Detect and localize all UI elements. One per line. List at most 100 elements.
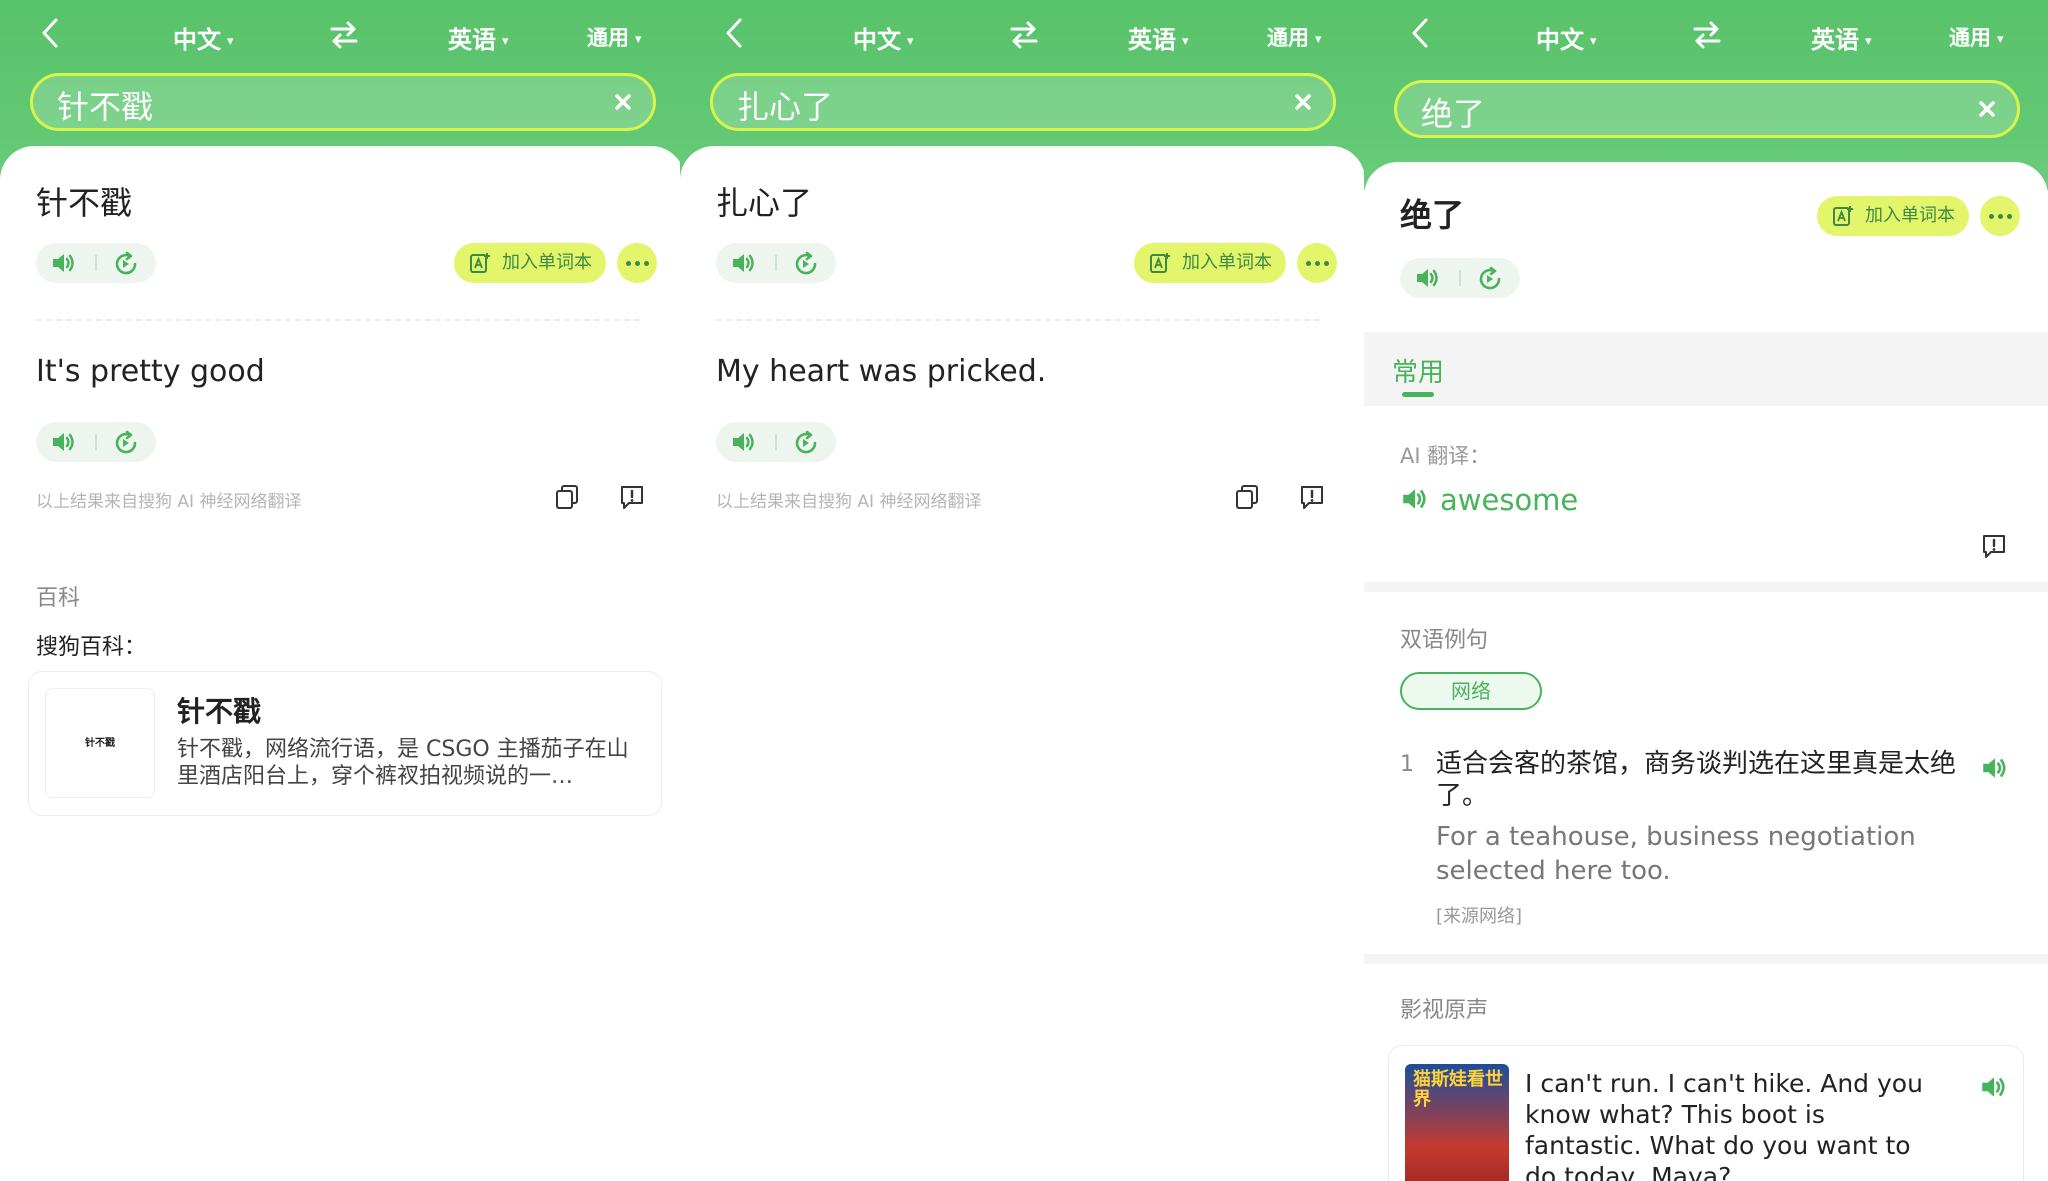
dot bbox=[1315, 261, 1320, 266]
wordbook-icon bbox=[1150, 253, 1170, 273]
film-quote: I can't run. I can't hike. And you know … bbox=[1525, 1069, 1923, 1181]
caret-down-icon: ▾ bbox=[1315, 31, 1322, 47]
swap-languages-button[interactable] bbox=[328, 20, 360, 50]
source-text: 针不戳 bbox=[36, 184, 133, 222]
copy-icon[interactable] bbox=[1232, 482, 1262, 512]
poster-title: 猫斯娃看世界 bbox=[1413, 1069, 1503, 1110]
replay-icon[interactable] bbox=[112, 429, 140, 457]
swap-languages-button[interactable] bbox=[1008, 20, 1040, 50]
close-icon[interactable] bbox=[1291, 90, 1315, 114]
wordbook-icon bbox=[1833, 206, 1853, 226]
search-input[interactable]: 扎心了 bbox=[710, 73, 1336, 131]
back-button[interactable] bbox=[1408, 16, 1438, 52]
source-language-selector[interactable]: 中文 ▾ bbox=[1536, 20, 1597, 55]
copy-icon[interactable] bbox=[552, 482, 582, 512]
dot bbox=[1998, 214, 2003, 219]
divider bbox=[36, 319, 640, 321]
add-to-wordbook-label: 加入单词本 bbox=[1182, 252, 1272, 273]
search-input[interactable]: 绝了 bbox=[1394, 80, 2020, 138]
source-language-label: 中文 bbox=[173, 26, 221, 54]
target-language-selector[interactable]: 英语 ▾ bbox=[1128, 20, 1189, 55]
caret-down-icon: ▾ bbox=[1182, 33, 1189, 49]
add-to-wordbook-button[interactable]: 加入单词本 bbox=[454, 243, 606, 283]
chevron-left-icon bbox=[726, 18, 742, 48]
more-options-button[interactable] bbox=[1297, 243, 1337, 283]
add-to-wordbook-button[interactable]: 加入单词本 bbox=[1134, 243, 1286, 283]
divider bbox=[716, 319, 1320, 321]
dot bbox=[1989, 214, 1994, 219]
speaker-icon[interactable] bbox=[50, 251, 76, 275]
caret-down-icon: ▾ bbox=[635, 31, 642, 47]
source-language-selector[interactable]: 中文 ▾ bbox=[173, 20, 234, 55]
active-tab-indicator bbox=[1402, 392, 1434, 397]
examples-section-label: 双语例句 bbox=[1400, 628, 1489, 653]
speaker-icon[interactable] bbox=[1979, 1074, 2007, 1100]
panel-zha-xin-le: 中文 ▾ 英语 ▾ 通用 ▾ 扎心了 扎心了 加入单词本 My heart was p… bbox=[680, 0, 1365, 1181]
source-language-label: 中文 bbox=[1536, 26, 1584, 54]
mode-selector[interactable]: 通用 ▾ bbox=[1267, 22, 1322, 52]
target-language-selector[interactable]: 英语 ▾ bbox=[448, 20, 509, 55]
replay-icon[interactable] bbox=[1476, 265, 1504, 293]
close-icon[interactable] bbox=[1975, 97, 1999, 121]
ai-translation-word[interactable]: awesome bbox=[1440, 483, 1578, 517]
divider bbox=[95, 434, 97, 450]
speaker-icon[interactable] bbox=[730, 251, 756, 275]
film-section-label: 影视原声 bbox=[1400, 998, 1489, 1023]
search-input[interactable]: 针不戳 bbox=[30, 73, 656, 131]
back-button[interactable] bbox=[38, 16, 68, 52]
speaker-icon[interactable] bbox=[1400, 486, 1428, 512]
tab-bar: 常用 bbox=[1364, 332, 2048, 406]
feedback-icon[interactable] bbox=[617, 482, 647, 512]
language-bar: 中文 ▾ 英语 ▾ 通用 ▾ bbox=[680, 10, 1365, 60]
result-card: 扎心了 加入单词本 My heart was pricked. 以上结果来自搜狗… bbox=[680, 146, 1365, 1181]
source-text: 扎心了 bbox=[716, 184, 813, 222]
divider bbox=[775, 434, 777, 450]
feedback-icon[interactable] bbox=[1297, 482, 1327, 512]
replay-icon[interactable] bbox=[792, 429, 820, 457]
speaker-icon[interactable] bbox=[50, 430, 76, 454]
more-options-button[interactable] bbox=[1980, 196, 2020, 236]
mode-selector[interactable]: 通用 ▾ bbox=[1949, 22, 2004, 52]
translation-audio-controls bbox=[716, 422, 836, 462]
speaker-icon[interactable] bbox=[730, 430, 756, 454]
feedback-icon[interactable] bbox=[1979, 531, 2009, 561]
replay-icon[interactable] bbox=[112, 250, 140, 278]
encyclopedia-card-title: 针不戳 bbox=[177, 695, 262, 728]
language-bar: 中文 ▾ 英语 ▾ 通用 ▾ bbox=[0, 10, 685, 60]
translation-attribution: 以上结果来自搜狗 AI 神经网络翻译 bbox=[716, 492, 982, 512]
swap-icon bbox=[1693, 21, 1721, 49]
swap-languages-button[interactable] bbox=[1691, 20, 1723, 50]
wordbook-icon bbox=[470, 253, 490, 273]
target-language-selector[interactable]: 英语 ▾ bbox=[1811, 20, 1872, 55]
film-clip-card[interactable]: 猫斯娃看世界 I can't run. I can't hike. And yo… bbox=[1388, 1045, 2024, 1181]
encyclopedia-card[interactable]: 针不戳 针不戳 针不戳，网络流行语，是 CSGO 主播茄子在山里酒店阳台上，穿个… bbox=[28, 671, 662, 816]
translation-attribution: 以上结果来自搜狗 AI 神经网络翻译 bbox=[36, 492, 302, 512]
source-language-selector[interactable]: 中文 ▾ bbox=[853, 20, 914, 55]
example-source: [来源网络] bbox=[1436, 906, 1523, 927]
examples-filter-chip[interactable]: 网络 bbox=[1400, 672, 1542, 710]
encyclopedia-provider: 搜狗百科： bbox=[36, 635, 147, 660]
swap-icon bbox=[1010, 21, 1038, 49]
back-button[interactable] bbox=[722, 16, 752, 52]
speaker-icon[interactable] bbox=[1980, 755, 2008, 781]
more-options-button[interactable] bbox=[617, 243, 657, 283]
mode-selector[interactable]: 通用 ▾ bbox=[587, 22, 642, 52]
divider bbox=[1459, 270, 1461, 286]
dot bbox=[1324, 261, 1329, 266]
source-audio-controls bbox=[36, 243, 156, 283]
close-icon[interactable] bbox=[611, 90, 635, 114]
ai-translation-label: AI 翻译： bbox=[1400, 444, 1491, 468]
target-language-label: 英语 bbox=[1128, 26, 1176, 54]
example-number: 1 bbox=[1400, 752, 1414, 777]
speaker-icon[interactable] bbox=[1414, 266, 1440, 290]
caret-down-icon: ▾ bbox=[502, 33, 509, 49]
swap-icon bbox=[330, 21, 358, 49]
mode-label: 通用 bbox=[587, 26, 629, 50]
add-to-wordbook-button[interactable]: 加入单词本 bbox=[1817, 196, 1969, 236]
replay-icon[interactable] bbox=[792, 250, 820, 278]
search-query: 绝了 bbox=[1421, 95, 1486, 133]
add-to-wordbook-label: 加入单词本 bbox=[502, 252, 592, 273]
tab-common[interactable]: 常用 bbox=[1392, 352, 1444, 389]
source-audio-controls bbox=[1400, 258, 1520, 298]
encyclopedia-section-label: 百科 bbox=[36, 586, 81, 611]
